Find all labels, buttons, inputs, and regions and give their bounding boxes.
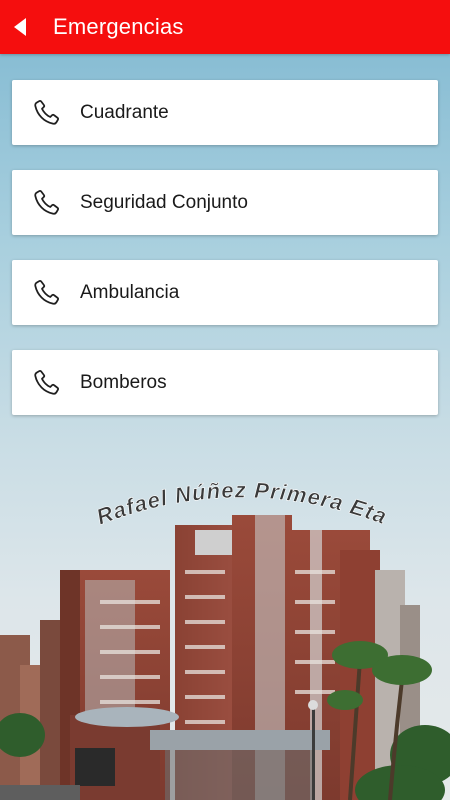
- phone-icon: [34, 189, 59, 215]
- contact-card-cuadrante[interactable]: Cuadrante: [12, 80, 438, 145]
- back-button[interactable]: [0, 0, 40, 54]
- page-title: Emergencias: [53, 14, 184, 39]
- phone-icon: [34, 369, 59, 395]
- app-bar: Emergencias: [0, 0, 450, 54]
- contact-label: Cuadrante: [80, 101, 169, 123]
- emergency-contact-list: Cuadrante Seguridad Conjunto Ambulancia …: [12, 80, 438, 440]
- contact-label: Seguridad Conjunto: [80, 191, 248, 213]
- background-photo: Rafael Núñez Primera Etapa: [0, 430, 450, 800]
- background-caption: Rafael Núñez Primera Etapa: [0, 430, 391, 530]
- background-caption-text: Rafael Núñez Primera Etapa: [0, 430, 390, 530]
- contact-card-seguridad-conjunto[interactable]: Seguridad Conjunto: [12, 170, 438, 235]
- phone-icon: [34, 99, 59, 125]
- phone-icon: [34, 279, 59, 305]
- contact-card-ambulancia[interactable]: Ambulancia: [12, 260, 438, 325]
- arrow-left-icon: [14, 18, 26, 36]
- contact-label: Ambulancia: [80, 281, 180, 303]
- contact-card-bomberos[interactable]: Bomberos: [12, 350, 438, 415]
- contact-label: Bomberos: [80, 371, 167, 393]
